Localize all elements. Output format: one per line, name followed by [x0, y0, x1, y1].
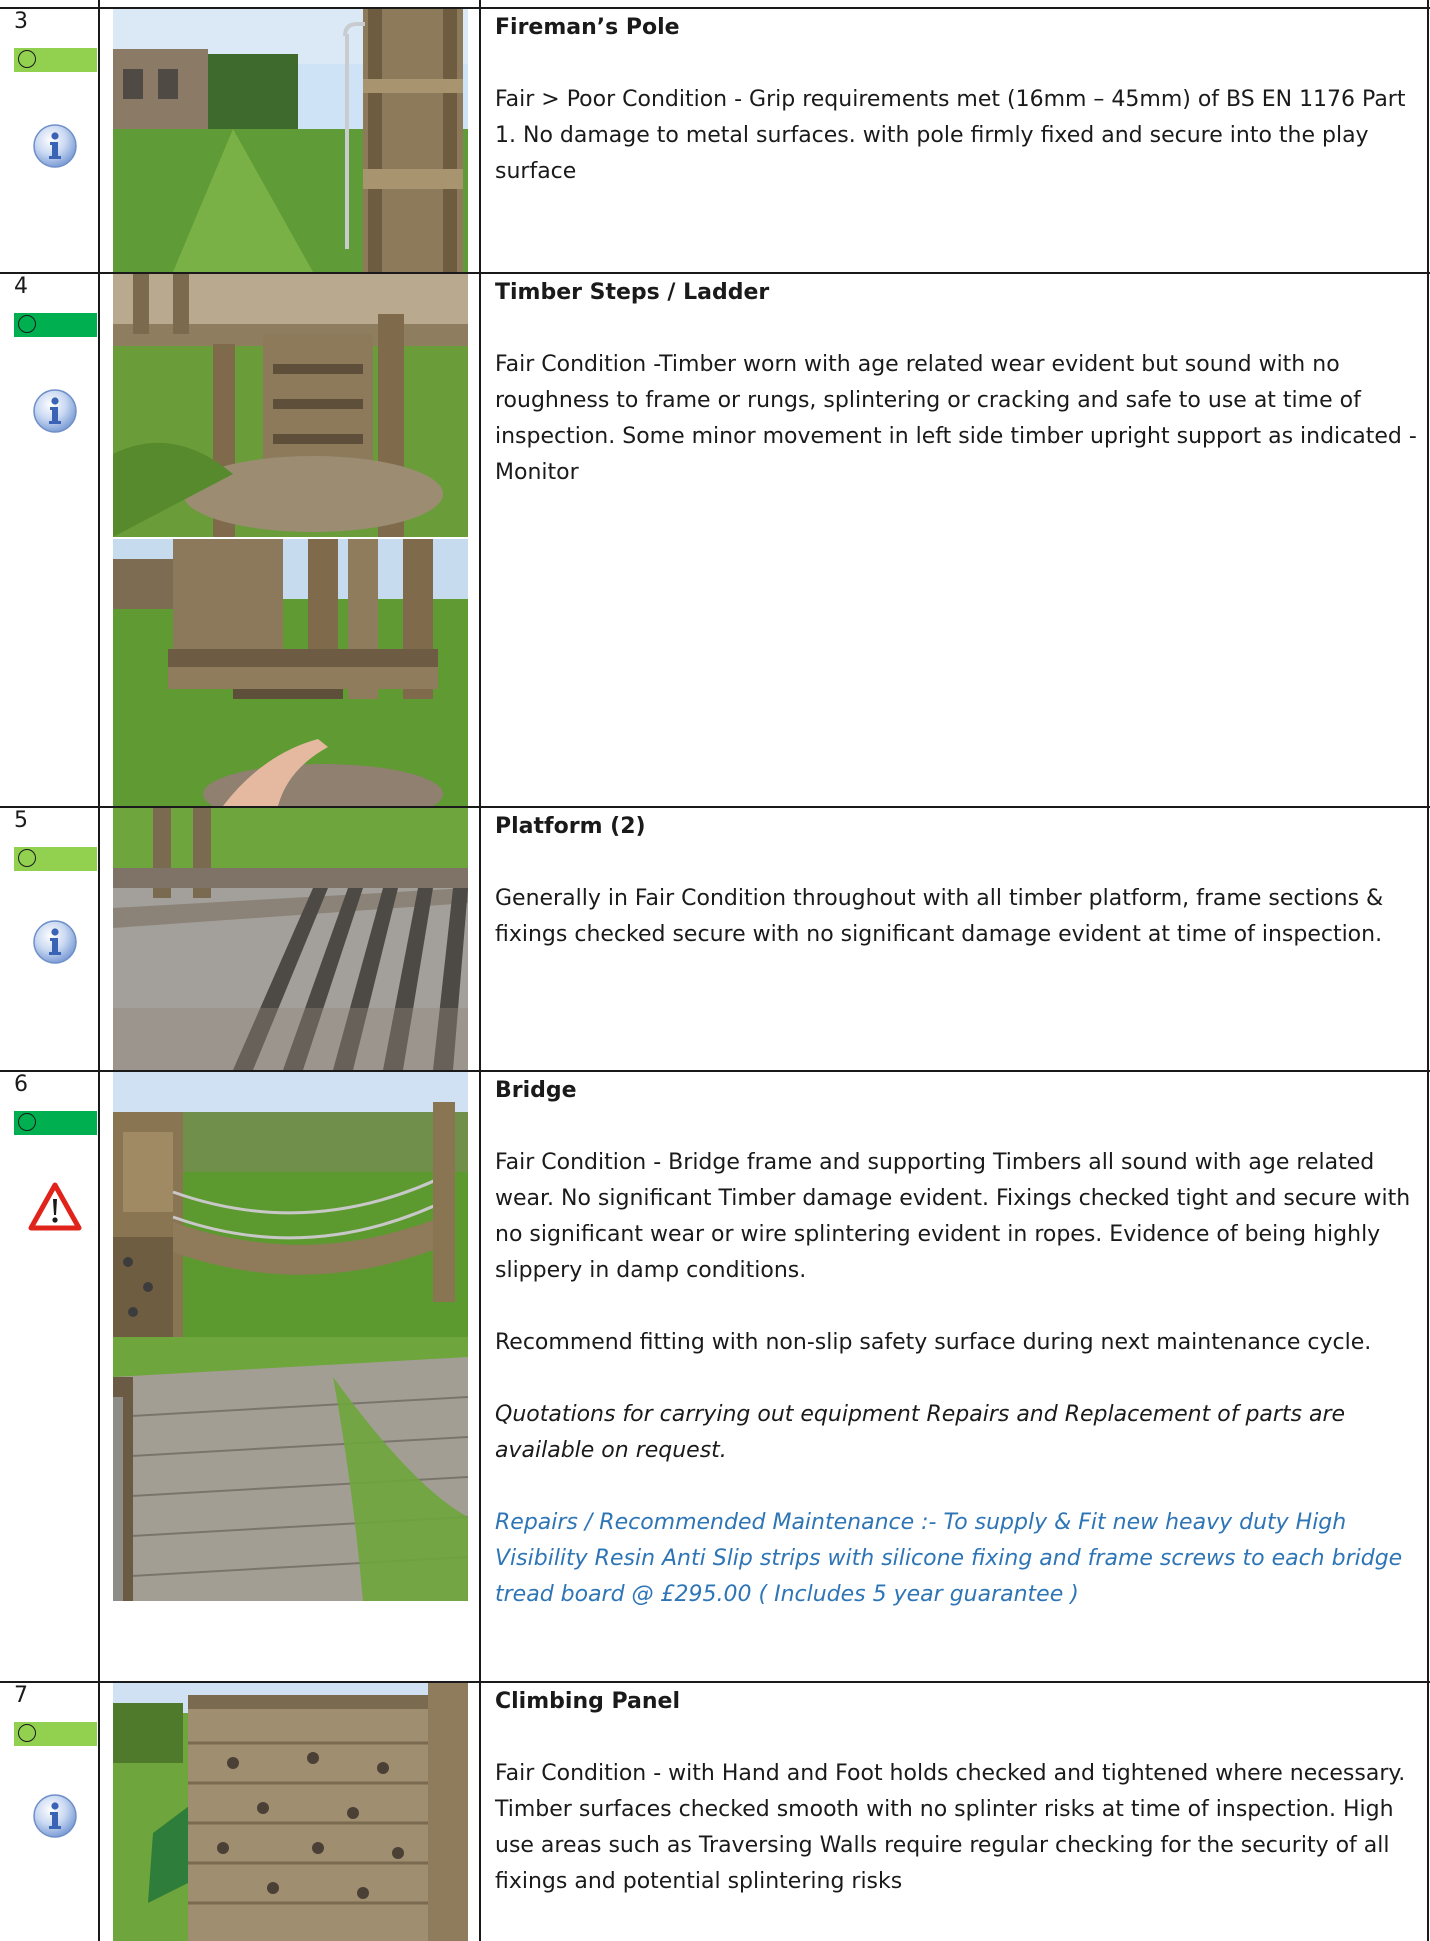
- photo-timber-ladder: [113, 274, 468, 537]
- item-title: Bridge: [495, 1078, 577, 1103]
- info-icon: [33, 389, 77, 433]
- warning-icon: [28, 1182, 82, 1231]
- photo-platform: [113, 808, 468, 1070]
- item-title: Climbing Panel: [495, 1689, 681, 1714]
- item-number: 3: [14, 9, 28, 34]
- item-title: Timber Steps / Ladder: [495, 280, 770, 305]
- condition-status-indicator: [14, 1111, 97, 1135]
- repair-recommendation: Repairs / Recommended Maintenance :- To …: [495, 1510, 1403, 1607]
- item-description: Timber Steps / Ladder Fair Condition -Ti…: [495, 275, 1425, 491]
- status-circle-icon: [18, 50, 36, 68]
- photo-fireman-pole: [113, 9, 468, 272]
- condition-text: Fair > Poor Condition - Grip requirement…: [495, 87, 1406, 184]
- column-divider: [1427, 0, 1429, 1941]
- status-circle-icon: [18, 1724, 36, 1742]
- column-divider: [98, 0, 100, 1941]
- condition-status-indicator: [14, 1722, 97, 1746]
- condition-text: Fair Condition -Timber worn with age rel…: [495, 352, 1417, 485]
- item-title: Platform (2): [495, 814, 646, 839]
- column-divider: [479, 0, 481, 1941]
- item-description: Platform (2) Generally in Fair Condition…: [495, 809, 1425, 953]
- status-circle-icon: [18, 1113, 36, 1131]
- photo-climbing-panel: [113, 1683, 468, 1941]
- item-number: 4: [14, 274, 28, 299]
- condition-status-indicator: [14, 847, 97, 871]
- condition-text: Fair Condition - Bridge frame and suppor…: [495, 1150, 1411, 1283]
- quotation-note: Quotations for carrying out equipment Re…: [495, 1402, 1346, 1463]
- item-description: Bridge Fair Condition - Bridge frame and…: [495, 1073, 1425, 1613]
- condition-text: Fair Condition - with Hand and Foot hold…: [495, 1761, 1406, 1894]
- item-description: Fireman’s Pole Fair > Poor Condition - G…: [495, 10, 1425, 190]
- recommendation-text: Recommend fitting with non-slip safety s…: [495, 1330, 1372, 1355]
- condition-text: Generally in Fair Condition throughout w…: [495, 886, 1384, 947]
- item-number: 5: [14, 808, 28, 833]
- condition-status-indicator: [14, 313, 97, 337]
- photo-timber-upright: [113, 539, 468, 806]
- status-circle-icon: [18, 315, 36, 333]
- info-icon: [33, 1794, 77, 1838]
- item-description: Climbing Panel Fair Condition - with Han…: [495, 1684, 1425, 1900]
- item-number: 6: [14, 1072, 28, 1097]
- item-number: 7: [14, 1683, 28, 1708]
- info-icon: [33, 124, 77, 168]
- photo-bridge-treads: [113, 1337, 468, 1601]
- photo-rope-bridge: [113, 1072, 468, 1337]
- status-circle-icon: [18, 849, 36, 867]
- item-title: Fireman’s Pole: [495, 15, 680, 40]
- info-icon: [33, 920, 77, 964]
- inspection-table: 3 Fireman’s Pole Fair > Poor Condition -…: [0, 0, 1430, 1941]
- condition-status-indicator: [14, 48, 97, 72]
